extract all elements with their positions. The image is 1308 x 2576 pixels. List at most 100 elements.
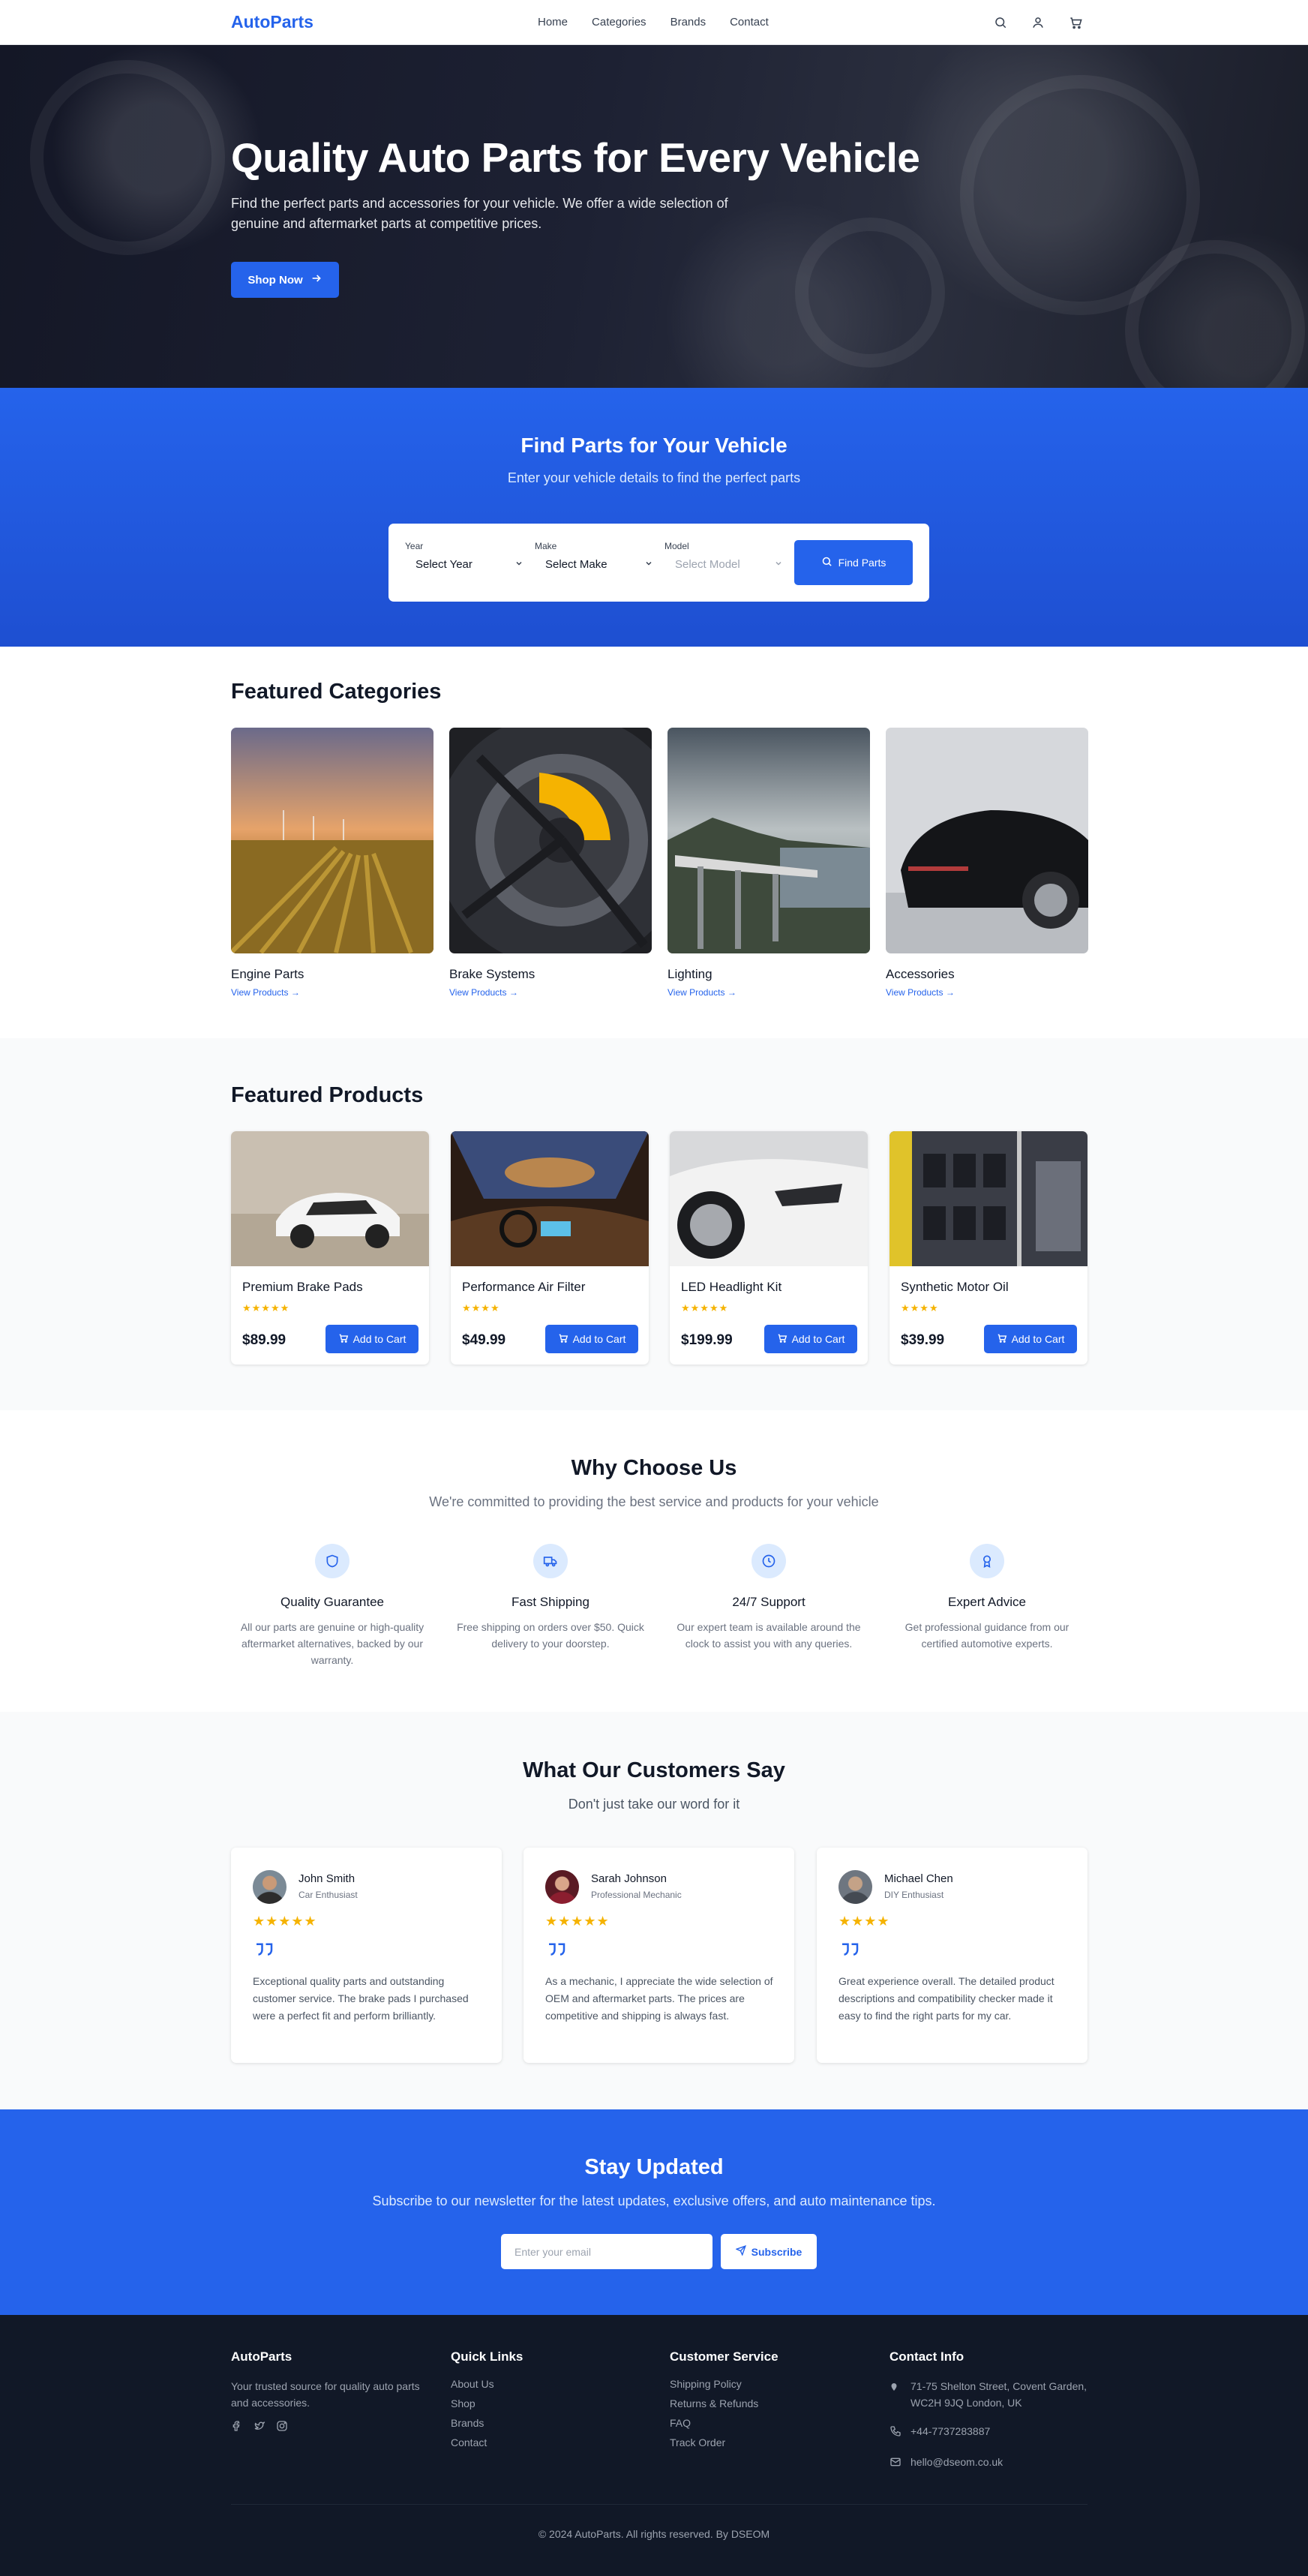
add-to-cart-label: Add to Cart: [352, 1333, 406, 1345]
reviewer-name: Michael Chen: [884, 1872, 953, 1885]
category-card-lighting[interactable]: Lighting View Products →: [668, 728, 870, 998]
find-parts-button[interactable]: Find Parts: [794, 540, 913, 585]
social-links: [231, 2420, 434, 2436]
footer-contact: Contact Info 71-75 Shelton Street, Coven…: [890, 2349, 1092, 2484]
feature-title: Fast Shipping: [512, 1595, 590, 1609]
arrow-right-icon: [310, 272, 322, 287]
map-pin-icon: [890, 2378, 903, 2411]
view-products-link[interactable]: View Products →: [668, 987, 870, 998]
cart-icon: [338, 1333, 349, 1346]
make-select[interactable]: Make Select Make: [535, 541, 653, 571]
product-name: LED Headlight Kit: [681, 1280, 782, 1294]
facebook-icon[interactable]: [231, 2420, 243, 2436]
truck-icon: [533, 1544, 568, 1578]
avatar: [838, 1870, 872, 1904]
nav-link-categories[interactable]: Categories: [592, 16, 646, 29]
footer-divider: [231, 2504, 1088, 2505]
search-icon: [821, 556, 832, 569]
shield-icon: [315, 1544, 350, 1578]
search-icon[interactable]: [992, 14, 1010, 32]
product-card[interactable]: Performance Air Filter ★★★★ $49.99 Add t…: [451, 1131, 649, 1365]
footer-link-shipping[interactable]: Shipping Policy: [670, 2378, 872, 2390]
category-image: [668, 728, 870, 953]
add-to-cart-button[interactable]: Add to Cart: [326, 1325, 418, 1353]
product-name: Performance Air Filter: [462, 1280, 586, 1294]
brand-logo[interactable]: AutoParts: [231, 12, 314, 32]
view-products-link[interactable]: View Products →: [449, 987, 652, 998]
newsletter-title: Stay Updated: [584, 2155, 724, 2179]
nav-icons: [992, 14, 1084, 32]
cart-icon[interactable]: [1066, 14, 1084, 32]
copyright: © 2024 AutoParts. All rights reserved. B…: [538, 2528, 770, 2540]
category-card-accessories[interactable]: Accessories View Products →: [886, 728, 1088, 998]
contact-phone: +44-7737283887: [890, 2423, 1092, 2442]
footer-link-faq[interactable]: FAQ: [670, 2417, 872, 2429]
footer-link-contact[interactable]: Contact: [451, 2436, 653, 2448]
rating-stars: ★★★★: [901, 1302, 939, 1314]
categories-title: Featured Categories: [231, 680, 442, 704]
rating-stars: ★★★★: [462, 1302, 500, 1314]
footer-about: AutoParts Your trusted source for qualit…: [231, 2349, 434, 2436]
hero-engine-pulley-small: [795, 218, 945, 368]
quote-icon: [838, 1938, 861, 1960]
footer-link-brands[interactable]: Brands: [451, 2417, 653, 2429]
category-name: Lighting: [668, 967, 712, 981]
shop-now-button[interactable]: Shop Now: [231, 262, 339, 298]
why-title: Why Choose Us: [571, 1456, 737, 1480]
product-price: $49.99: [462, 1332, 506, 1348]
newsletter-subtitle: Subscribe to our newsletter for the late…: [372, 2193, 936, 2208]
footer-link-shop[interactable]: Shop: [451, 2397, 653, 2409]
products-title: Featured Products: [231, 1083, 424, 1107]
category-name: Engine Parts: [231, 967, 304, 981]
footer-link-about[interactable]: About Us: [451, 2378, 653, 2390]
contact-info-title: Contact Info: [890, 2349, 964, 2364]
why-subtitle: We're committed to providing the best se…: [429, 1494, 879, 1509]
reviewer-role: Professional Mechanic: [591, 1890, 682, 1900]
nav-link-brands[interactable]: Brands: [670, 16, 706, 29]
subscribe-button[interactable]: Subscribe: [721, 2234, 817, 2269]
product-card[interactable]: Premium Brake Pads ★★★★★ $89.99 Add to C…: [231, 1131, 429, 1365]
view-products-link[interactable]: View Products →: [886, 987, 1088, 998]
product-image: [670, 1131, 868, 1266]
product-price: $199.99: [681, 1332, 733, 1348]
footer-link-returns[interactable]: Returns & Refunds: [670, 2397, 872, 2409]
add-to-cart-button[interactable]: Add to Cart: [984, 1325, 1077, 1353]
customer-service-title: Customer Service: [670, 2349, 778, 2364]
testimonial-card: John Smith Car Enthusiast ★★★★★ Exceptio…: [231, 1848, 502, 2063]
testimonial-card: Sarah Johnson Professional Mechanic ★★★★…: [524, 1848, 794, 2063]
contact-address: 71-75 Shelton Street, Covent Garden, WC2…: [890, 2378, 1092, 2411]
user-icon[interactable]: [1029, 14, 1047, 32]
make-label: Make: [535, 541, 557, 551]
category-image: [886, 728, 1088, 953]
reviewer-name: Sarah Johnson: [591, 1872, 667, 1885]
category-card-engine-parts[interactable]: Engine Parts View Products →: [231, 728, 434, 998]
make-value: Select Make: [545, 558, 608, 571]
twitter-icon[interactable]: [254, 2420, 266, 2436]
rating-stars: ★★★★★: [681, 1302, 729, 1314]
instagram-icon[interactable]: [276, 2420, 288, 2436]
phone-text[interactable]: +44-7737283887: [910, 2423, 990, 2442]
footer-link-track-order[interactable]: Track Order: [670, 2436, 872, 2448]
address-text: 71-75 Shelton Street, Covent Garden, WC2…: [910, 2380, 1088, 2409]
product-image: [231, 1131, 429, 1266]
add-to-cart-button[interactable]: Add to Cart: [764, 1325, 857, 1353]
add-to-cart-label: Add to Cart: [791, 1333, 845, 1345]
category-card-brake-systems[interactable]: Brake Systems View Products →: [449, 728, 652, 998]
nav-link-contact[interactable]: Contact: [730, 16, 769, 29]
rating-stars: ★★★★★: [242, 1302, 290, 1314]
finder-title: Find Parts for Your Vehicle: [520, 434, 788, 457]
email-input[interactable]: Enter your email: [501, 2234, 712, 2269]
product-card[interactable]: LED Headlight Kit ★★★★★ $199.99 Add to C…: [670, 1131, 868, 1365]
product-card[interactable]: Synthetic Motor Oil ★★★★ $39.99 Add to C…: [890, 1131, 1088, 1365]
view-products-link[interactable]: View Products →: [231, 987, 434, 998]
award-icon: [970, 1544, 1004, 1578]
model-select[interactable]: Model Select Model: [664, 541, 783, 571]
product-name: Premium Brake Pads: [242, 1280, 363, 1294]
avatar: [253, 1870, 286, 1904]
year-select[interactable]: Year Select Year: [405, 541, 524, 571]
nav-link-home[interactable]: Home: [538, 16, 568, 29]
feature-desc: Free shipping on orders over $50. Quick …: [457, 1621, 644, 1650]
email-text[interactable]: hello@dseom.co.uk: [910, 2454, 1003, 2472]
add-to-cart-button[interactable]: Add to Cart: [545, 1325, 638, 1353]
feature-shipping: Fast Shipping Free shipping on orders ov…: [449, 1544, 652, 1652]
